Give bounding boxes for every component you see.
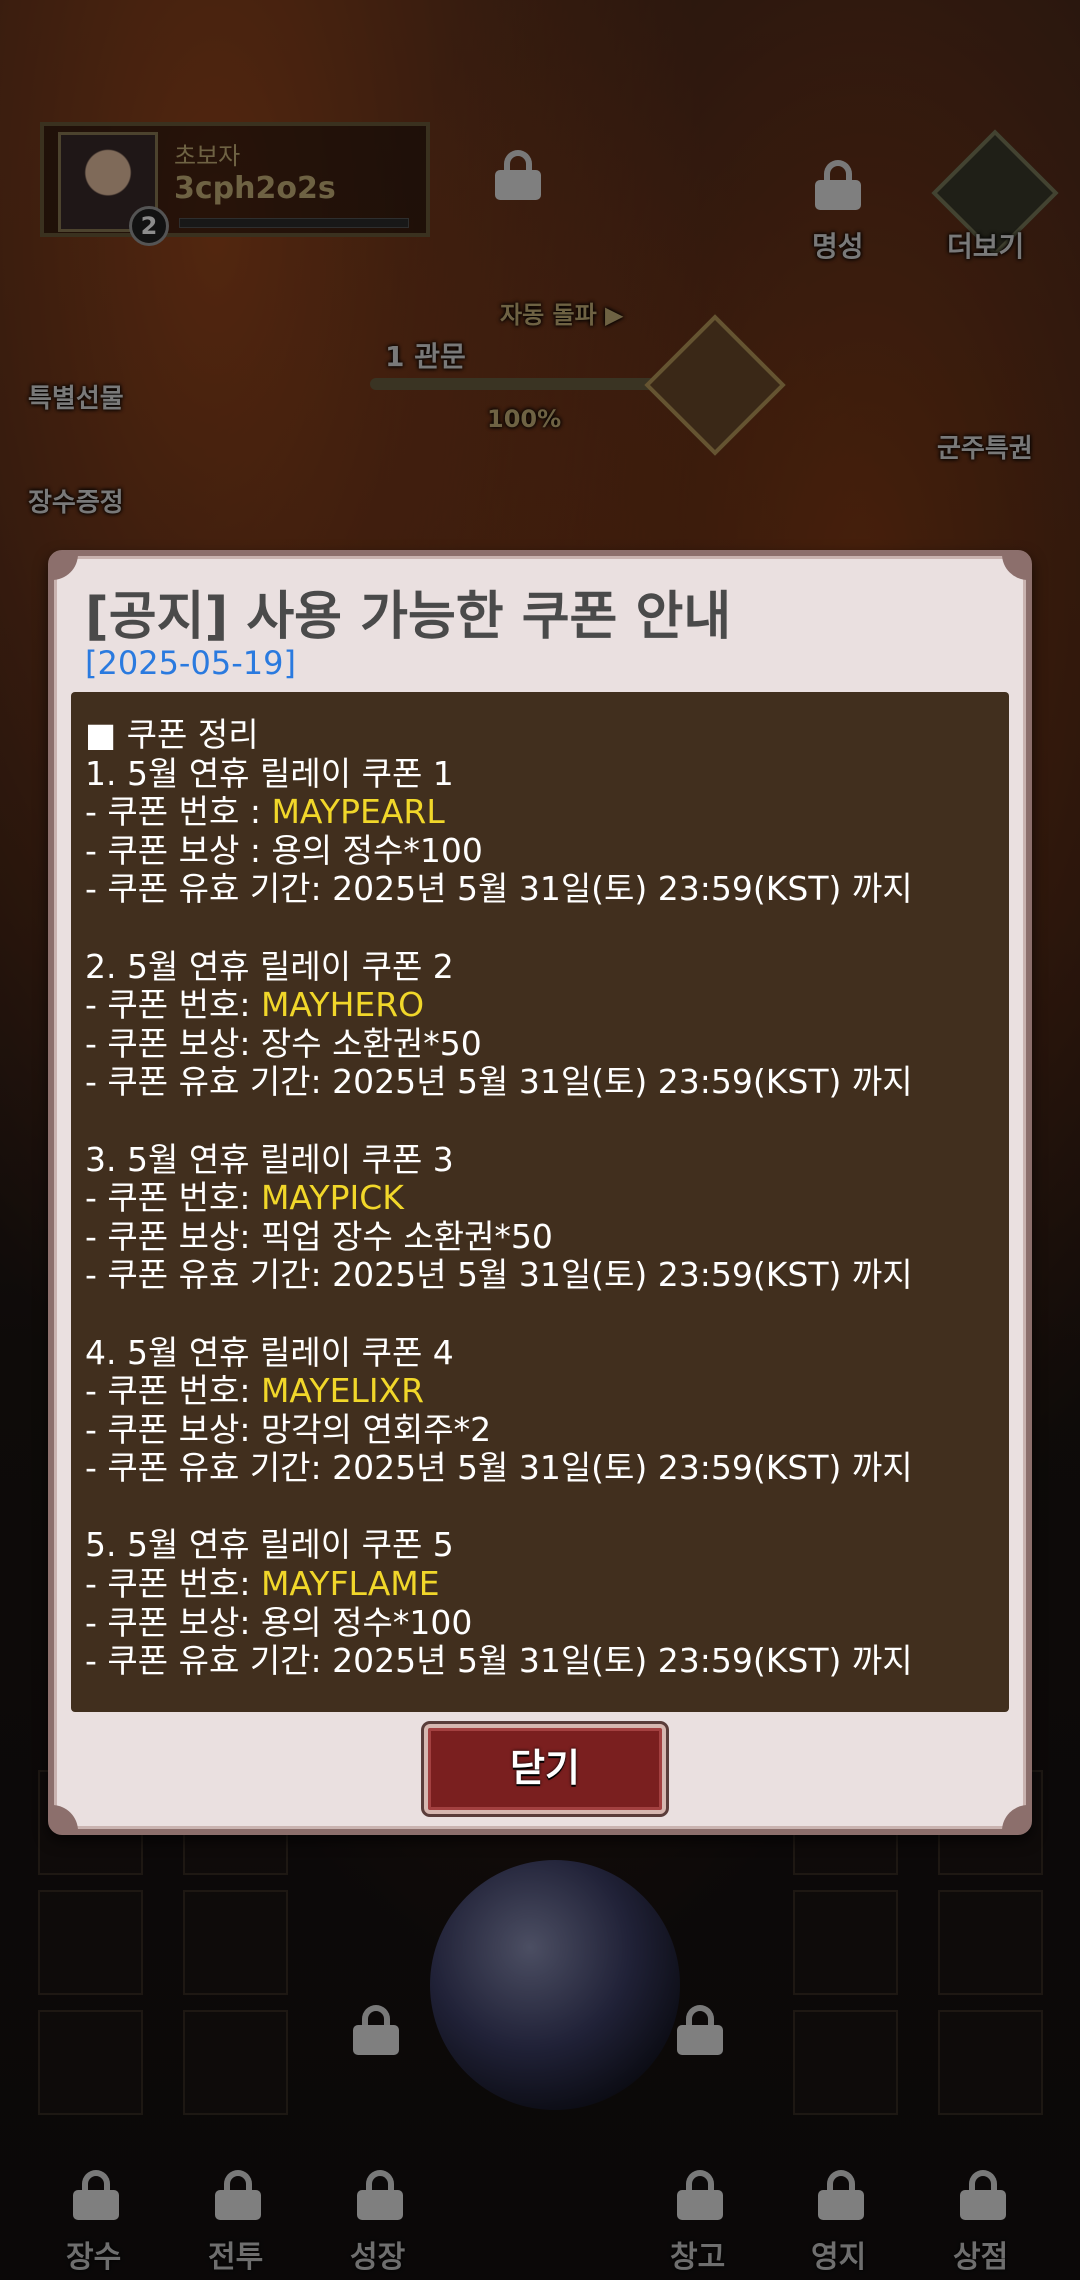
coupon-code[interactable]: MAYFLAME: [261, 1564, 440, 1603]
coupon-code[interactable]: MAYPEARL: [271, 792, 444, 831]
coupon-title: 5. 5월 연휴 릴레이 쿠폰 5: [85, 1525, 454, 1565]
coupon-expiry: - 쿠폰 유효 기간: 2025년 5월 31일(토) 23:59(KST) 까…: [85, 1641, 913, 1681]
coupon-code-line: - 쿠폰 번호: MAYFLAME: [85, 1564, 995, 1604]
coupon-code-label: - 쿠폰 번호:: [85, 985, 261, 1025]
coupon-code-label: - 쿠폰 번호:: [85, 1178, 261, 1218]
coupon-reward: - 쿠폰 보상: 용의 정수*100: [85, 1602, 473, 1642]
coupon-reward: - 쿠폰 보상: 장수 소환권*50: [85, 1023, 482, 1063]
coupon-expiry: - 쿠폰 유효 기간: 2025년 5월 31일(토) 23:59(KST) 까…: [85, 1448, 913, 1488]
corner-ornament: [52, 1805, 78, 1831]
coupon-title: 2. 5월 연휴 릴레이 쿠폰 2: [85, 946, 454, 986]
coupon-code-line: - 쿠폰 번호 : MAYPEARL: [85, 792, 995, 832]
coupon-code-label: - 쿠폰 번호 :: [85, 792, 272, 832]
coupon-code[interactable]: MAYHERO: [261, 985, 424, 1024]
coupon-expiry: - 쿠폰 유효 기간: 2025년 5월 31일(토) 23:59(KST) 까…: [85, 1062, 913, 1102]
coupon-reward: - 쿠폰 보상: 픽업 장수 소환권*50: [85, 1216, 553, 1256]
corner-ornament: [1002, 554, 1028, 580]
corner-ornament: [1002, 1805, 1028, 1831]
corner-ornament: [52, 554, 78, 580]
coupon-expiry: - 쿠폰 유효 기간: 2025년 5월 31일(토) 23:59(KST) 까…: [85, 869, 913, 909]
coupon-reward: - 쿠폰 보상 : 용의 정수*100: [85, 830, 483, 870]
coupon-title: 3. 5월 연휴 릴레이 쿠폰 3: [85, 1139, 454, 1179]
coupon-expiry: - 쿠폰 유효 기간: 2025년 5월 31일(토) 23:59(KST) 까…: [85, 1255, 913, 1295]
coupon-code-line: - 쿠폰 번호: MAYELIXR: [85, 1371, 995, 1411]
section-heading: ■ 쿠폰 정리: [85, 715, 259, 754]
coupon-code[interactable]: MAYELIXR: [261, 1371, 424, 1410]
notice-date: [2025-05-19]: [85, 644, 296, 682]
notice-dialog: [공지] 사용 가능한 쿠폰 안내 [2025-05-19] ■ 쿠폰 정리 1…: [48, 550, 1032, 1835]
coupon-code-line: - 쿠폰 번호: MAYPICK: [85, 1178, 995, 1218]
coupon-title: 1. 5월 연휴 릴레이 쿠폰 1: [85, 753, 454, 793]
coupon-title: 4. 5월 연휴 릴레이 쿠폰 4: [85, 1332, 454, 1372]
coupon-code-label: - 쿠폰 번호:: [85, 1371, 261, 1411]
coupon-code[interactable]: MAYPICK: [261, 1178, 404, 1217]
coupon-reward: - 쿠폰 보상: 망각의 연회주*2: [85, 1409, 492, 1449]
close-button[interactable]: 닫기: [424, 1724, 666, 1814]
notice-content[interactable]: ■ 쿠폰 정리 1. 5월 연휴 릴레이 쿠폰 1 - 쿠폰 번호 : MAYP…: [71, 692, 1009, 1712]
notice-title: [공지] 사용 가능한 쿠폰 안내: [85, 587, 732, 647]
coupon-code-line: - 쿠폰 번호: MAYHERO: [85, 985, 995, 1025]
coupon-code-label: - 쿠폰 번호:: [85, 1564, 261, 1604]
